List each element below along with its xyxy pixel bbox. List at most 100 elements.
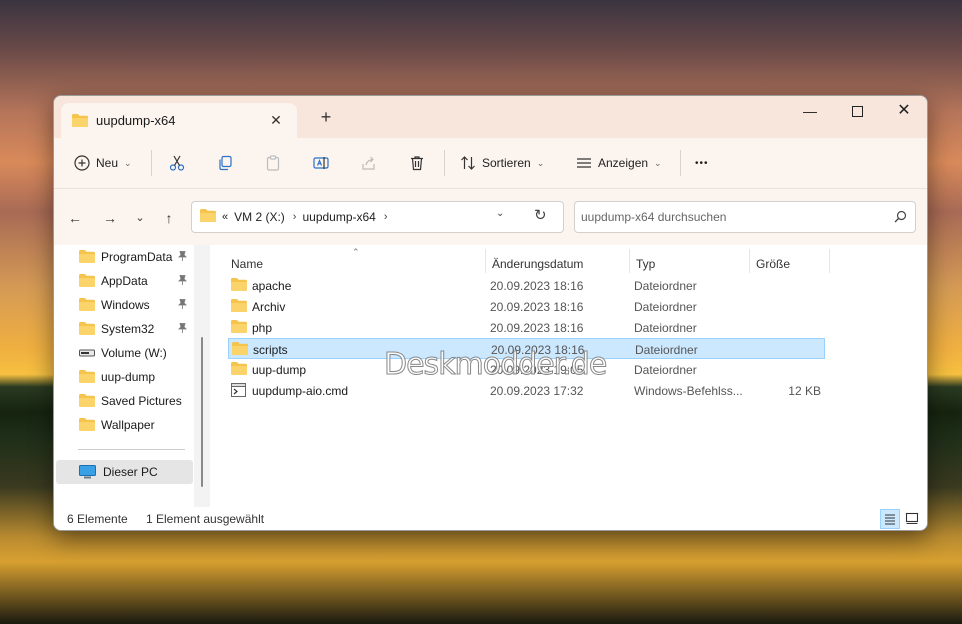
tiles-view-icon xyxy=(905,512,919,525)
column-header-label: Typ xyxy=(636,257,656,271)
pin-icon xyxy=(178,299,187,312)
toolbar-divider xyxy=(151,150,152,176)
file-name: apache xyxy=(252,279,292,293)
new-button[interactable]: Neu ⌄ xyxy=(74,147,132,179)
delete-button[interactable] xyxy=(409,147,425,179)
copy-icon xyxy=(219,155,232,171)
breadcrumb-folder[interactable]: uupdump-x64 xyxy=(302,210,375,224)
file-row[interactable]: php 20.09.2023 18:16 Dateiordner xyxy=(228,317,825,338)
plus-circle-icon xyxy=(74,155,90,171)
maximize-button[interactable] xyxy=(834,96,880,126)
sidebar-item-label: AppData xyxy=(101,274,148,288)
more-options-button[interactable]: ••• xyxy=(695,147,709,179)
file-list: ⌃ Name Änderungsdatum Typ Größe apache 20… xyxy=(212,245,927,507)
folder-icon xyxy=(231,299,247,315)
sidebar-item-uup-dump[interactable]: uup-dump xyxy=(54,365,194,389)
sidebar-item-label: Dieser PC xyxy=(103,465,158,479)
sidebar-divider xyxy=(78,449,185,450)
column-header-date[interactable]: Änderungsdatum xyxy=(492,245,632,273)
new-button-label: Neu xyxy=(96,156,119,170)
computer-icon xyxy=(79,465,96,482)
item-count: 6 Elemente xyxy=(67,512,128,526)
chevron-right-icon[interactable]: › xyxy=(384,211,388,223)
folder-icon xyxy=(232,342,248,358)
folder-icon xyxy=(79,250,95,266)
sidebar-item-system32[interactable]: System32 xyxy=(54,317,194,341)
column-divider[interactable] xyxy=(485,249,486,273)
sort-button[interactable]: Sortieren ⌄ xyxy=(460,147,544,179)
column-header-label: Größe xyxy=(756,257,791,271)
command-bar: Neu ⌄ Sortieren ⌄ Anzeigen ⌄ ••• xyxy=(54,138,927,189)
column-divider[interactable] xyxy=(829,249,830,273)
column-divider[interactable] xyxy=(749,249,750,273)
sidebar-item-appdata[interactable]: AppData xyxy=(54,269,194,293)
file-name: php xyxy=(252,321,273,335)
search-box[interactable]: uupdump-x64 durchsuchen xyxy=(574,201,916,233)
toolbar-divider xyxy=(444,150,445,176)
drive-icon xyxy=(79,346,95,362)
up-arrow-icon[interactable]: ↑ xyxy=(158,207,180,229)
column-header-name[interactable]: Name xyxy=(231,245,486,273)
back-arrow-icon[interactable]: ← xyxy=(64,207,86,229)
chevron-right-icon[interactable]: › xyxy=(293,211,297,223)
cmd-file-icon xyxy=(231,383,246,400)
sidebar-item-wallpaper[interactable]: Wallpaper xyxy=(54,413,194,437)
column-divider[interactable] xyxy=(629,249,630,273)
file-row[interactable]: Archiv 20.09.2023 18:16 Dateiordner xyxy=(228,296,825,317)
view-button[interactable]: Anzeigen ⌄ xyxy=(576,147,662,179)
view-lines-icon xyxy=(577,158,591,168)
file-row[interactable]: scripts 20.09.2023 18:16 Dateiordner xyxy=(228,338,825,359)
address-bar[interactable]: « VM 2 (X:) › uupdump-x64 › ⌄ ↻ xyxy=(191,201,564,233)
folder-icon xyxy=(79,274,95,290)
share-button[interactable] xyxy=(361,147,377,179)
file-row[interactable]: apache 20.09.2023 18:16 Dateiordner xyxy=(228,275,825,296)
sidebar-item-label: Volume (W:) xyxy=(101,346,167,360)
details-view-button[interactable] xyxy=(880,509,900,529)
tab-title: uupdump-x64 xyxy=(96,113,176,128)
minimize-button[interactable]: — xyxy=(787,96,833,126)
file-date: 20.09.2023 18:16 xyxy=(490,300,584,314)
refresh-icon[interactable]: ↻ xyxy=(534,206,547,224)
navigation-pane: ProgramData AppData Windows System32 Volume … xyxy=(54,245,212,507)
copy-button[interactable] xyxy=(217,147,233,179)
file-type: Dateiordner xyxy=(634,363,697,377)
scissors-icon xyxy=(169,155,185,171)
tab-uupdump-x64[interactable]: uupdump-x64 ✕ xyxy=(61,103,297,138)
file-row[interactable]: uup-dump 20.09.2023 19:05 Dateiordner xyxy=(228,359,825,380)
column-header-size[interactable]: Größe xyxy=(756,245,826,273)
sidebar-item-this-pc[interactable]: Dieser PC xyxy=(56,460,193,484)
column-header-type[interactable]: Typ xyxy=(636,245,746,273)
view-label: Anzeigen xyxy=(598,156,649,170)
file-date: 20.09.2023 18:16 xyxy=(491,343,585,357)
cut-button[interactable] xyxy=(169,147,185,179)
rename-button[interactable] xyxy=(313,147,329,179)
file-name: Archiv xyxy=(252,300,286,314)
sidebar-item-windows[interactable]: Windows xyxy=(54,293,194,317)
sidebar-item-programdata[interactable]: ProgramData xyxy=(54,245,194,269)
tab-close-icon[interactable]: ✕ xyxy=(265,109,287,131)
recent-locations-chevron-icon[interactable]: ⌄ xyxy=(129,207,151,229)
sort-icon xyxy=(461,156,475,170)
forward-arrow-icon[interactable]: → xyxy=(99,207,121,229)
folder-icon xyxy=(200,209,216,225)
close-window-button[interactable]: ✕ xyxy=(881,96,927,126)
maximize-icon xyxy=(851,106,863,117)
paste-button[interactable] xyxy=(265,147,281,179)
new-tab-button[interactable]: + xyxy=(316,107,336,127)
tiles-view-button[interactable] xyxy=(903,509,923,529)
breadcrumb-overflow[interactable]: « xyxy=(222,211,228,223)
breadcrumb-drive[interactable]: VM 2 (X:) xyxy=(234,210,285,224)
rename-icon xyxy=(313,157,329,169)
folder-icon xyxy=(231,362,247,378)
search-icon[interactable] xyxy=(894,210,907,226)
sidebar-item-volume-w[interactable]: Volume (W:) xyxy=(54,341,194,365)
file-type: Dateiordner xyxy=(634,279,697,293)
file-type: Dateiordner xyxy=(635,343,698,357)
folder-icon xyxy=(231,278,247,294)
chevron-down-icon: ⌄ xyxy=(654,157,662,168)
sidebar-item-label: Windows xyxy=(101,298,150,312)
sidebar-scrollbar-thumb[interactable] xyxy=(201,337,203,487)
sidebar-item-saved-pictures[interactable]: Saved Pictures xyxy=(54,389,194,413)
address-dropdown-icon[interactable]: ⌄ xyxy=(496,208,504,219)
file-row[interactable]: uupdump-aio.cmd 20.09.2023 17:32 Windows-B… xyxy=(228,380,825,401)
